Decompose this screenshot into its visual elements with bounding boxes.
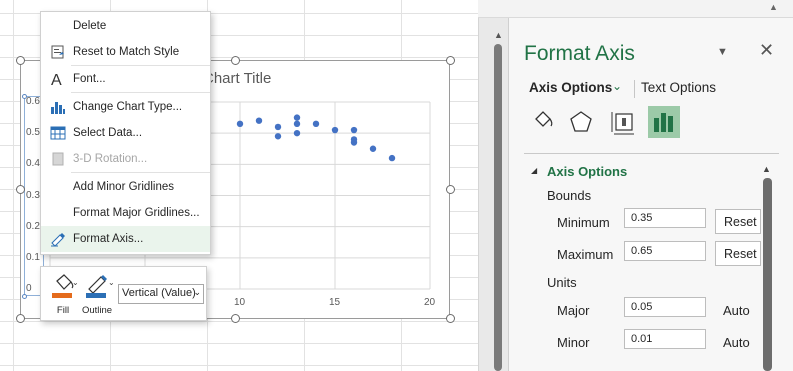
- menu-item-format-major-gridlines[interactable]: Format Major Gridlines...: [41, 200, 210, 226]
- chart-resize-handle[interactable]: [16, 314, 25, 323]
- scatter-point[interactable]: [274, 133, 282, 140]
- menu-item-delete[interactable]: Delete: [41, 13, 210, 39]
- menu-item-format-axis[interactable]: Format Axis...: [41, 226, 210, 252]
- scatter-point[interactable]: [255, 117, 263, 124]
- maximum-reset-button[interactable]: Reset: [715, 241, 761, 266]
- major-field[interactable]: 0.05: [624, 297, 706, 317]
- scroll-up-icon[interactable]: ▲: [762, 164, 771, 174]
- chevron-down-icon: ⌄: [72, 278, 79, 287]
- chart-resize-handle[interactable]: [16, 56, 25, 65]
- tab-axis-options[interactable]: Axis Options: [529, 80, 612, 95]
- minimum-field[interactable]: 0.35: [624, 208, 706, 228]
- chart-resize-handle[interactable]: [16, 185, 25, 194]
- format-axis-icon: [50, 231, 66, 247]
- pane-options-dropdown-icon[interactable]: ▼: [717, 46, 728, 58]
- x-tick-label: 10: [234, 297, 246, 308]
- menu-item-reset-to-match-style[interactable]: Reset to Match Style: [41, 39, 210, 65]
- font-icon: A: [50, 71, 66, 89]
- menu-item-change-chart-type[interactable]: Change Chart Type...: [41, 94, 210, 120]
- axis-handle[interactable]: [22, 94, 27, 99]
- minor-field[interactable]: 0.01: [624, 329, 706, 349]
- major-auto-label: Auto: [723, 303, 750, 318]
- units-label: Units: [547, 275, 577, 290]
- tab-text-options[interactable]: Text Options: [641, 80, 716, 95]
- chart-resize-handle[interactable]: [446, 314, 455, 323]
- fill-button[interactable]: ⌄ Fill: [45, 271, 81, 317]
- fill-line-icon[interactable]: [527, 106, 559, 138]
- effects-pentagon-icon[interactable]: [565, 106, 597, 138]
- major-label: Major: [557, 303, 590, 318]
- chevron-down-icon[interactable]: ⌄: [612, 79, 622, 93]
- menu-item-3d-rotation[interactable]: 3-D Rotation...: [41, 146, 210, 172]
- scatter-point[interactable]: [388, 154, 396, 162]
- minimum-label: Minimum: [557, 215, 610, 230]
- collapse-triangle-icon[interactable]: ◢: [531, 166, 537, 175]
- menu-item-add-minor-gridlines[interactable]: Add Minor Gridlines: [41, 174, 210, 200]
- pane-title: Format Axis: [524, 42, 635, 65]
- close-icon[interactable]: ✕: [759, 40, 774, 61]
- maximum-field[interactable]: 0.65: [624, 241, 706, 261]
- sheet-vertical-scrollbar[interactable]: [494, 44, 502, 371]
- scatter-point[interactable]: [350, 126, 358, 134]
- bounds-label: Bounds: [547, 188, 592, 203]
- reset-style-icon: [50, 44, 66, 60]
- chevron-down-icon: ⌄: [108, 278, 115, 287]
- scatter-point[interactable]: [293, 114, 301, 121]
- chart-resize-handle[interactable]: [446, 185, 455, 194]
- chart-resize-handle[interactable]: [231, 314, 240, 323]
- chart-resize-handle[interactable]: [446, 56, 455, 65]
- minor-label: Minor: [557, 335, 590, 350]
- scatter-point[interactable]: [274, 123, 282, 131]
- scatter-point[interactable]: [236, 120, 244, 128]
- svg-text:A: A: [51, 72, 62, 87]
- x-tick-label: 15: [329, 297, 341, 308]
- context-menu: Delete Reset to Match Style A Font... Ch…: [40, 11, 211, 255]
- scatter-point[interactable]: [293, 129, 301, 137]
- scatter-point[interactable]: [293, 120, 301, 128]
- maximum-label: Maximum: [557, 247, 614, 262]
- chart-type-icon: [50, 99, 66, 115]
- x-tick-label: 20: [424, 297, 436, 308]
- rotation-icon: [50, 151, 66, 167]
- scatter-point[interactable]: [369, 145, 377, 152]
- window-top-strip: [478, 0, 793, 18]
- menu-item-font[interactable]: A Font...: [41, 66, 210, 92]
- outline-button[interactable]: ⌄ Outline: [79, 271, 115, 317]
- minimum-reset-button[interactable]: Reset: [715, 209, 761, 234]
- axis-handle[interactable]: [22, 294, 27, 299]
- menu-item-select-data[interactable]: Select Data...: [41, 120, 210, 146]
- size-properties-icon[interactable]: [608, 106, 640, 138]
- pane-vertical-scrollbar[interactable]: [763, 178, 772, 371]
- chevron-up-icon[interactable]: ▲: [769, 2, 778, 12]
- chart-resize-handle[interactable]: [231, 56, 240, 65]
- mini-toolbar: ⌄ Fill ⌄ Outline Vertical (Value) ⌄: [40, 266, 207, 321]
- select-data-icon: [50, 125, 66, 141]
- minor-auto-label: Auto: [723, 335, 750, 350]
- scatter-point[interactable]: [331, 126, 339, 134]
- sheet-scroll-gutter: [478, 18, 508, 371]
- scatter-point[interactable]: [312, 120, 320, 128]
- section-axis-options[interactable]: Axis Options: [547, 164, 627, 179]
- scroll-up-icon[interactable]: ▲: [494, 30, 503, 40]
- chart-element-select[interactable]: Vertical (Value) ⌄: [118, 284, 204, 304]
- chevron-down-icon: ⌄: [193, 287, 201, 297]
- scatter-point[interactable]: [350, 139, 358, 146]
- format-axis-pane: Format Axis ▼ ✕ Axis Options ⌄ Text Opti…: [508, 18, 793, 371]
- axis-options-chart-icon[interactable]: [648, 106, 680, 138]
